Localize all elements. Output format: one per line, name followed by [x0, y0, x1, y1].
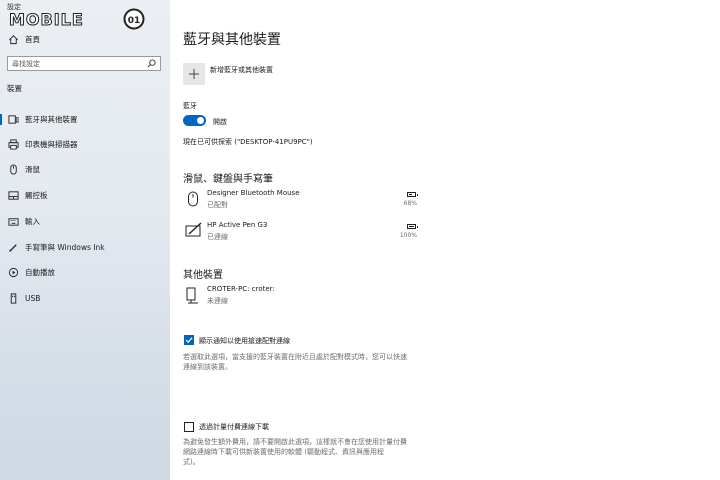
sidebar-item-pen[interactable]: 手寫筆與 Windows Ink	[0, 237, 170, 257]
bluetooth-label: 藍牙	[183, 102, 197, 110]
bluetooth-toggle[interactable]	[183, 115, 206, 126]
sidebar-section-label: 裝置	[7, 84, 22, 93]
usb-icon	[7, 292, 19, 304]
toggle-knob	[197, 117, 204, 124]
search-placeholder: 尋找設定	[12, 60, 40, 68]
add-device-button[interactable]	[183, 63, 205, 85]
metered-description: 式)。	[183, 458, 200, 466]
logo-text: MOBILE	[9, 10, 84, 30]
device-item[interactable]: Designer Bluetooth Mouse 已配對 68%	[184, 189, 424, 215]
battery-icon	[407, 192, 418, 197]
sidebar-item-printers[interactable]: 印表機與掃描器	[0, 134, 170, 154]
device-status: 已配對	[207, 201, 228, 209]
device-status: 已連線	[207, 233, 228, 241]
logo-badge-icon: 01	[123, 8, 145, 30]
sidebar-item-label: 輸入	[25, 216, 40, 226]
home-icon	[7, 33, 19, 45]
sidebar-item-label: 藍牙與其他裝置	[25, 114, 78, 124]
pen-tablet-icon	[185, 222, 202, 237]
checkmark-icon	[185, 337, 193, 344]
device-item[interactable]: HP Active Pen G3 已連線 100%	[184, 221, 424, 247]
printer-icon	[7, 138, 19, 150]
discoverable-text: 現在已可供探索 ("DESKTOP-41PU9PC")	[183, 138, 313, 146]
swift-pair-label[interactable]: 顯示通知以使用搶速配對連線	[199, 336, 290, 346]
page-title: 藍牙與其他裝置	[183, 32, 281, 48]
device-name: CROTER-PC: croter:	[207, 285, 275, 293]
sidebar-item-typing[interactable]: 輸入	[0, 211, 170, 231]
metered-description: 網路連線時下載可供新裝置使用的軟體 (驅動程式、資訊與應用程	[183, 448, 384, 456]
active-indicator	[0, 114, 2, 125]
sidebar-item-autoplay[interactable]: 自動播放	[0, 262, 170, 282]
swift-pair-checkbox[interactable]	[184, 335, 194, 345]
sidebar-item-label: 自動播放	[25, 267, 55, 277]
sidebar-item-label: 手寫筆與 Windows Ink	[25, 242, 105, 252]
sidebar-item-label: 觸控板	[25, 190, 48, 200]
mouse-section-title: 滑鼠、鍵盤與手寫筆	[183, 174, 273, 185]
device-name: HP Active Pen G3	[207, 221, 268, 229]
battery-icon	[407, 224, 418, 229]
metered-download-checkbox[interactable]	[184, 422, 194, 432]
bluetooth-toggle-state: 開啟	[213, 118, 227, 126]
sidebar-item-bluetooth[interactable]: 藍牙與其他裝置	[0, 109, 170, 129]
sidebar-item-mouse[interactable]: 滑鼠	[0, 159, 170, 179]
device-item[interactable]: CROTER-PC: croter: 未連線	[184, 285, 424, 311]
bluetooth-devices-icon	[7, 113, 19, 125]
battery-percent: 68%	[403, 200, 417, 207]
device-name: Designer Bluetooth Mouse	[207, 189, 300, 197]
pen-icon	[7, 241, 19, 253]
sidebar-item-touchpad[interactable]: 觸控板	[0, 185, 170, 205]
sidebar: 設定 MOBILE 01 首頁 尋找設定 裝置 藍牙與其他裝置 印表機與掃描器	[0, 0, 170, 480]
plus-icon	[189, 69, 199, 79]
sidebar-home-label: 首頁	[25, 34, 40, 44]
sidebar-home[interactable]: 首頁	[0, 29, 170, 49]
add-device-label[interactable]: 新增藍牙或其他裝置	[210, 65, 273, 75]
swift-pair-description: 連線到該裝置。	[183, 363, 232, 371]
sidebar-item-usb[interactable]: USB	[0, 288, 170, 308]
other-section-title: 其他裝置	[183, 270, 223, 281]
mouse-icon	[7, 163, 19, 175]
main-content: 藍牙與其他裝置 新增藍牙或其他裝置 藍牙 開啟 現在已可供探索 ("DESKTO…	[170, 0, 720, 480]
search-input[interactable]: 尋找設定	[7, 56, 161, 71]
display-device-icon	[186, 287, 198, 304]
mouse-icon	[188, 191, 198, 207]
autoplay-icon	[7, 266, 19, 278]
swift-pair-description: 若選取此選項，當支援的藍牙裝置在附近且處於配對模式時，您可以快速	[183, 353, 407, 361]
device-status: 未連線	[207, 297, 228, 305]
sidebar-item-label: 滑鼠	[25, 164, 40, 174]
battery-percent: 100%	[399, 232, 417, 239]
metered-download-label[interactable]: 透過計量付費連線下載	[199, 422, 269, 432]
sidebar-item-label: USB	[25, 293, 41, 303]
logo-tag: 01	[128, 16, 141, 26]
touchpad-icon	[7, 189, 19, 201]
keyboard-icon	[7, 215, 19, 227]
search-icon[interactable]	[147, 59, 156, 68]
metered-description: 為避免發生額外費用，請不要開啟此選項，這樣就不會在您使用計量付費	[183, 438, 407, 446]
sidebar-item-label: 印表機與掃描器	[25, 139, 78, 149]
